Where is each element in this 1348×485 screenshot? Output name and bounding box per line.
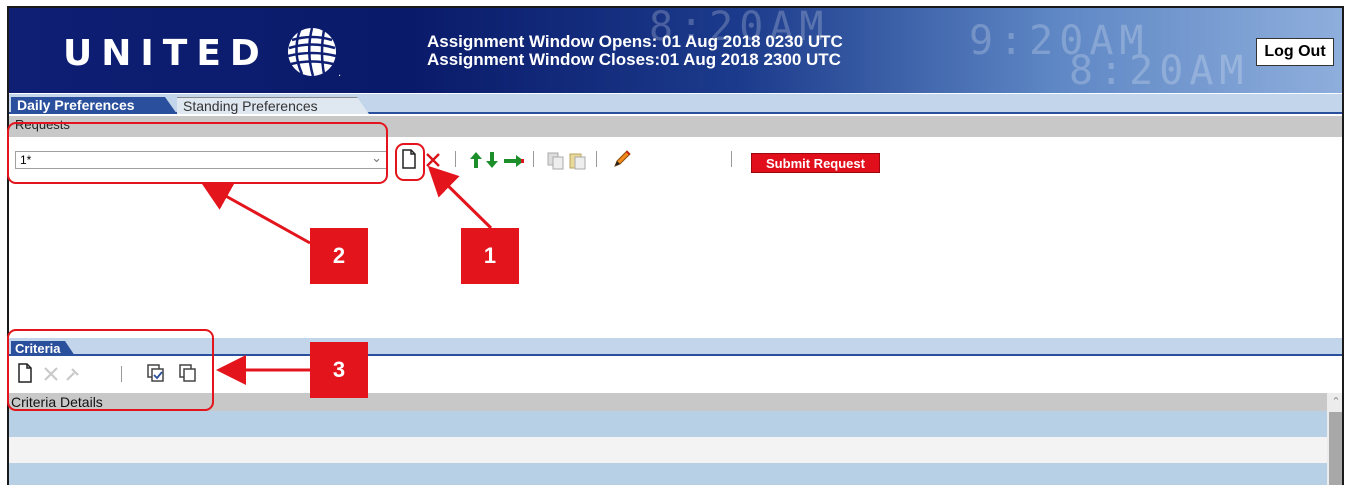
annotation-arrows: [200, 165, 493, 385]
annotation-number-1: 1: [461, 228, 519, 284]
annotation-number-3: 3: [310, 342, 368, 398]
annotation-number-2: 2: [310, 228, 368, 284]
